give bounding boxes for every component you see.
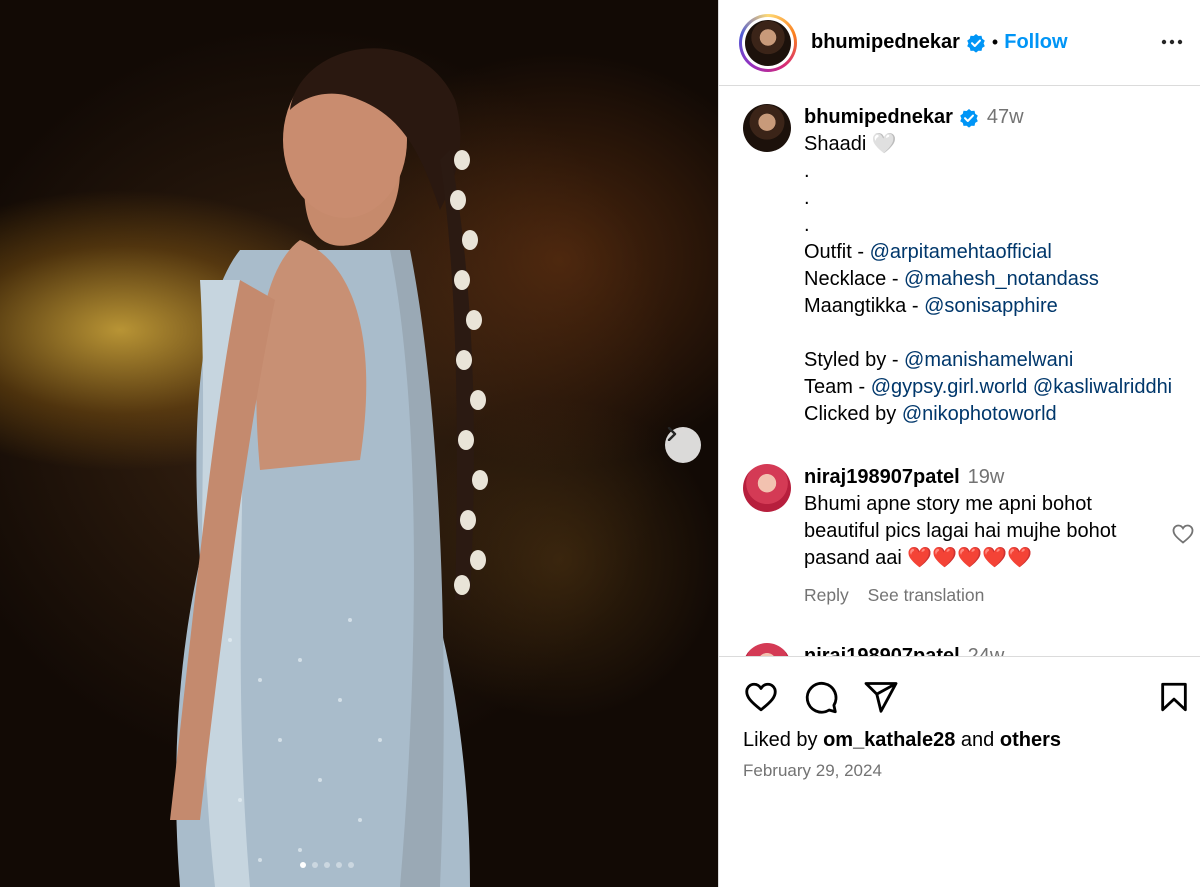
caption-username[interactable]: bhumipednekar bbox=[804, 106, 953, 128]
photo-illustration bbox=[170, 48, 488, 887]
carousel-indicator bbox=[300, 862, 354, 868]
credit-label: Necklace - bbox=[804, 268, 905, 290]
author-username[interactable]: bhumipednekar bbox=[811, 31, 960, 54]
caption-line: Clicked by @nikophotoworld bbox=[804, 401, 1172, 428]
carousel-dot-1 bbox=[300, 862, 306, 868]
carousel-dot-3 bbox=[324, 862, 330, 868]
separator-dot: • bbox=[991, 32, 999, 52]
more-options-icon[interactable] bbox=[1160, 30, 1184, 54]
heart-icon[interactable] bbox=[743, 679, 779, 715]
mention-link[interactable]: @nikophotoworld bbox=[902, 403, 1057, 425]
liked-by-prefix: Liked by bbox=[743, 729, 818, 751]
post-actions: Liked by om_kathale28 and others Februar… bbox=[719, 656, 1200, 887]
action-icons bbox=[743, 679, 899, 715]
credit-label: Team - bbox=[804, 376, 871, 398]
comment-icon[interactable] bbox=[803, 679, 839, 715]
caption-line bbox=[804, 320, 1172, 347]
commenter-username[interactable]: niraj198907patel bbox=[804, 466, 960, 488]
caption-line: . bbox=[804, 187, 810, 209]
follow-button[interactable]: Follow bbox=[1004, 31, 1067, 54]
caption-time[interactable]: 47w bbox=[987, 106, 1024, 128]
mention-link[interactable]: @sonisapphire bbox=[924, 295, 1058, 317]
post-caption: bhumipednekar 47w Shaadi 🤍 . . . Outfit … bbox=[743, 104, 1172, 428]
carousel-dot-2 bbox=[312, 862, 318, 868]
credit-label: Clicked by bbox=[804, 403, 902, 425]
instagram-post-view: bhumipednekar • Follow bhumipednekar 47w… bbox=[0, 0, 1200, 887]
avatar-image bbox=[745, 19, 791, 66]
reply-button[interactable]: Reply bbox=[804, 585, 849, 605]
comment-time[interactable]: 19w bbox=[968, 466, 1005, 488]
mention-link[interactable]: @gypsy.girl.world bbox=[871, 376, 1028, 398]
post-date[interactable]: February 29, 2024 bbox=[743, 761, 882, 781]
caption-line: Necklace - @mahesh_notandass bbox=[804, 266, 1172, 293]
comment-time[interactable]: 24w bbox=[968, 645, 1005, 656]
caption-line: Outfit - @arpitamehtaofficial bbox=[804, 239, 1172, 266]
next-slide-button[interactable] bbox=[665, 427, 701, 463]
credit-label: Maangtikka - bbox=[804, 295, 925, 317]
commenter-avatar[interactable] bbox=[743, 643, 791, 656]
credit-label: Styled by - bbox=[804, 349, 905, 371]
mention-link[interactable]: @manishamelwani bbox=[904, 349, 1073, 371]
caption-avatar[interactable] bbox=[743, 104, 791, 152]
carousel-dot-5 bbox=[348, 862, 354, 868]
mention-link[interactable]: @mahesh_notandass bbox=[904, 268, 1099, 290]
liked-by-and: and bbox=[960, 729, 995, 751]
caption-line: Styled by - @manishamelwani bbox=[804, 347, 1172, 374]
liked-by-user-link[interactable]: om_kathale28 bbox=[823, 729, 955, 751]
verified-badge-icon bbox=[967, 33, 985, 53]
verified-badge-icon bbox=[960, 108, 978, 128]
chevron-right-icon bbox=[667, 427, 677, 441]
liked-by-others-link[interactable]: others bbox=[1000, 729, 1061, 751]
commenter-username[interactable]: niraj198907patel bbox=[804, 645, 960, 656]
author-avatar[interactable] bbox=[739, 13, 797, 72]
share-icon[interactable] bbox=[863, 679, 899, 715]
liked-by-summary: Liked by om_kathale28 and others bbox=[743, 729, 1061, 752]
comment-item: niraj198907patel 24w bbox=[743, 643, 1004, 656]
caption-line: Shaadi 🤍 bbox=[804, 133, 897, 155]
mention-link[interactable]: @kasliwalriddhi bbox=[1033, 376, 1172, 398]
mention-link[interactable]: @arpitamehtaofficial bbox=[870, 241, 1052, 263]
carousel-dot-4 bbox=[336, 862, 342, 868]
comment-item: niraj198907patel 19w Bhumi apne story me … bbox=[743, 464, 1143, 609]
caption-line: . bbox=[804, 160, 810, 182]
caption-text: Shaadi 🤍 . . . Outfit - @arpitamehtaoffi… bbox=[804, 131, 1172, 428]
bookmark-icon[interactable] bbox=[1157, 679, 1191, 715]
caption-line: Team - @gypsy.girl.world @kasliwalriddhi bbox=[804, 374, 1172, 401]
credit-label: Outfit - bbox=[804, 241, 870, 263]
caption-line: Maangtikka - @sonisapphire bbox=[804, 293, 1172, 320]
post-photo[interactable] bbox=[0, 0, 718, 887]
comment-actions: Reply See translation bbox=[804, 582, 1143, 609]
comment-like-heart-icon[interactable] bbox=[1171, 522, 1195, 546]
commenter-avatar[interactable] bbox=[743, 464, 791, 512]
comments-scroll-area[interactable]: bhumipednekar 47w Shaadi 🤍 . . . Outfit … bbox=[719, 87, 1200, 656]
see-translation-button[interactable]: See translation bbox=[868, 585, 985, 605]
caption-line: . bbox=[804, 214, 810, 236]
post-side-panel: bhumipednekar • Follow bhumipednekar 47w… bbox=[718, 0, 1200, 887]
post-header: bhumipednekar • Follow bbox=[719, 0, 1200, 86]
comment-text: Bhumi apne story me apni bohot beautiful… bbox=[804, 493, 1117, 569]
